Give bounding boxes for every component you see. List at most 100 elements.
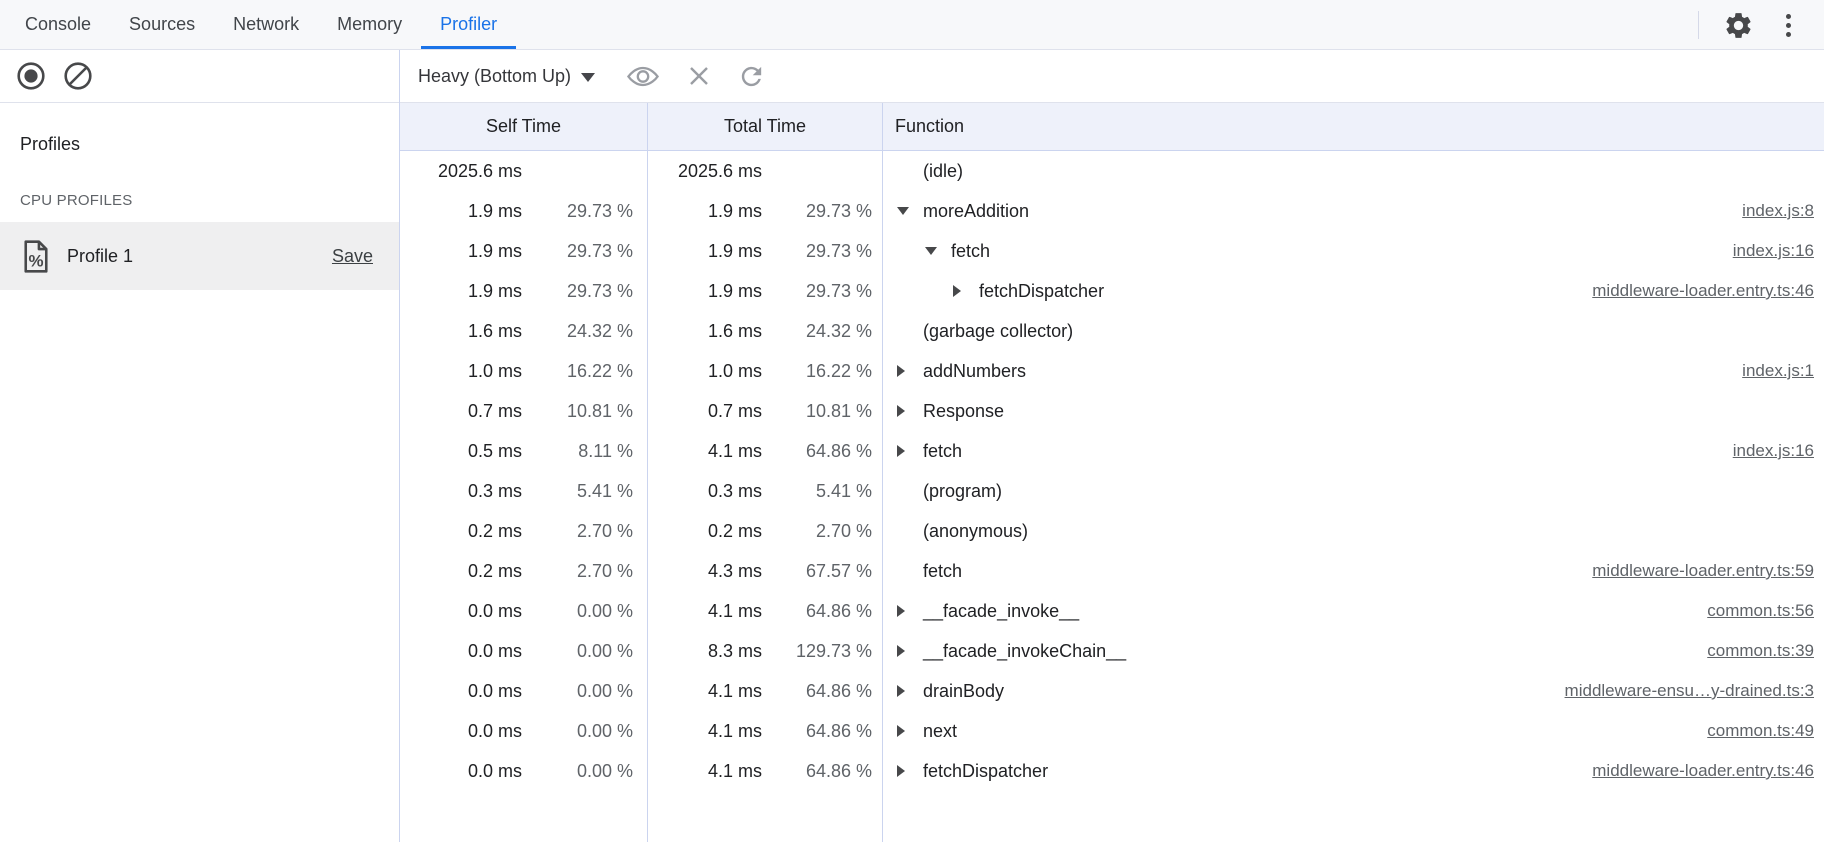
source-link[interactable]: index.js:16 (1713, 241, 1824, 261)
time-percent-value: 29.73 % (762, 201, 882, 222)
table-row[interactable]: 1.0 ms16.22 %1.0 ms16.22 %addNumbersinde… (400, 351, 1824, 391)
time-percent-value: 64.86 % (762, 441, 882, 462)
table-row[interactable]: 0.3 ms5.41 %0.3 ms5.41 %(program) (400, 471, 1824, 511)
table-row[interactable]: 0.0 ms0.00 %4.1 ms64.86 %fetchDispatcher… (400, 751, 1824, 791)
table-row[interactable]: 1.9 ms29.73 %1.9 ms29.73 %moreAdditionin… (400, 191, 1824, 231)
time-ms-value: 1.9 ms (400, 281, 522, 302)
time-ms-value: 0.2 ms (648, 521, 762, 542)
self-time-cell: 1.0 ms16.22 % (400, 351, 648, 391)
source-link[interactable]: common.ts:39 (1687, 641, 1824, 661)
source-link[interactable]: index.js:8 (1722, 201, 1824, 221)
profile-name: Profile 1 (67, 246, 133, 267)
collapsed-arrow-icon[interactable] (897, 445, 923, 457)
source-link[interactable]: middleware-loader.entry.ts:46 (1572, 761, 1824, 781)
collapsed-arrow-icon[interactable] (897, 685, 923, 697)
time-percent-value: 5.41 % (522, 481, 647, 502)
time-percent-value: 0.00 % (522, 601, 647, 622)
time-ms-value: 0.0 ms (400, 681, 522, 702)
table-row[interactable]: 0.2 ms2.70 %4.3 ms67.57 %fetchmiddleware… (400, 551, 1824, 591)
time-percent-value: 29.73 % (522, 241, 647, 262)
exclude-button[interactable] (686, 63, 712, 89)
time-ms-value: 4.3 ms (648, 561, 762, 582)
time-percent-value: 10.81 % (522, 401, 647, 422)
self-time-cell: 0.0 ms0.00 % (400, 711, 648, 751)
function-tree-node: fetch (883, 441, 962, 462)
function-cell: fetchDispatcher middleware-loader.entry.t… (883, 751, 1824, 791)
function-tree-node: fetchDispatcher (883, 761, 1048, 782)
chevron-down-icon (581, 73, 595, 82)
source-link[interactable]: middleware-loader.entry.ts:46 (1572, 281, 1824, 301)
restore-button[interactable] (737, 62, 766, 91)
focus-button[interactable] (625, 61, 661, 91)
function-tree-node: next (883, 721, 957, 742)
record-icon (16, 61, 46, 91)
expanded-arrow-icon[interactable] (897, 207, 923, 215)
tab-console[interactable]: Console (6, 0, 110, 49)
settings-button[interactable] (1723, 10, 1754, 41)
clear-profiles-button[interactable] (63, 61, 93, 91)
function-tree-node: (idle) (883, 161, 963, 182)
time-ms-value: 0.3 ms (648, 481, 762, 502)
time-percent-value: 16.22 % (522, 361, 647, 382)
total-time-cell: 0.2 ms2.70 % (648, 511, 883, 551)
function-name: Response (923, 401, 1004, 422)
table-row[interactable]: 0.0 ms0.00 %4.1 ms64.86 %drainBodymiddle… (400, 671, 1824, 711)
function-cell: drainBodymiddleware-ensu…y-drained.ts:3 (883, 671, 1824, 711)
function-tree-node: (anonymous) (883, 521, 1028, 542)
tab-sources[interactable]: Sources (110, 0, 214, 49)
self-time-cell: 0.2 ms2.70 % (400, 551, 648, 591)
column-header-self-time[interactable]: Self Time (400, 103, 648, 150)
profiles-panel: Profiles CPU PROFILES % Profile 1 Save (0, 103, 399, 842)
total-time-cell: 1.6 ms24.32 % (648, 311, 883, 351)
table-row[interactable]: 1.6 ms24.32 %1.6 ms24.32 %(garbage colle… (400, 311, 1824, 351)
save-link[interactable]: Save (332, 246, 373, 267)
function-tree-node: (garbage collector) (883, 321, 1073, 342)
function-cell: (idle) (883, 151, 1824, 191)
source-link[interactable]: middleware-ensu…y-drained.ts:3 (1545, 681, 1824, 701)
column-header-function[interactable]: Function (883, 103, 1824, 150)
table-row[interactable]: 0.2 ms2.70 %0.2 ms2.70 %(anonymous) (400, 511, 1824, 551)
function-tree-node: (program) (883, 481, 1002, 502)
tab-network[interactable]: Network (214, 0, 318, 49)
x-icon (686, 63, 712, 89)
source-link[interactable]: common.ts:56 (1687, 601, 1824, 621)
table-row[interactable]: 2025.6 ms2025.6 ms(idle) (400, 151, 1824, 191)
profile-list-item[interactable]: % Profile 1 Save (0, 222, 399, 290)
tab-profiler[interactable]: Profiler (421, 0, 516, 49)
function-name: moreAddition (923, 201, 1029, 222)
collapsed-arrow-icon[interactable] (897, 405, 923, 417)
expanded-arrow-icon[interactable] (925, 247, 951, 255)
self-time-cell: 0.2 ms2.70 % (400, 511, 648, 551)
total-time-cell: 8.3 ms129.73 % (648, 631, 883, 671)
collapsed-arrow-icon[interactable] (897, 725, 923, 737)
collapsed-arrow-icon[interactable] (897, 365, 923, 377)
column-header-total-time[interactable]: Total Time (648, 103, 883, 150)
function-cell: fetchDispatchermiddleware-loader.entry.t… (883, 271, 1824, 311)
source-link[interactable]: index.js:1 (1722, 361, 1824, 381)
data-grid-header: Self Time Total Time Function (400, 103, 1824, 151)
collapsed-arrow-icon[interactable] (897, 605, 923, 617)
table-row[interactable]: 0.0 ms0.00 %8.3 ms129.73 %__facade_invok… (400, 631, 1824, 671)
time-ms-value: 0.5 ms (400, 441, 522, 462)
table-row[interactable]: 0.0 ms0.00 %4.1 ms64.86 %nextcommon.ts:4… (400, 711, 1824, 751)
grid-empty-area (400, 791, 1824, 842)
collapsed-arrow-icon[interactable] (897, 645, 923, 657)
source-link[interactable]: middleware-loader.entry.ts:59 (1572, 561, 1824, 581)
table-row[interactable]: 0.7 ms10.81 %0.7 ms10.81 %Response (400, 391, 1824, 431)
more-options-button[interactable] (1778, 14, 1798, 37)
table-row[interactable]: 1.9 ms29.73 %1.9 ms29.73 %fetchindex.js:… (400, 231, 1824, 271)
collapsed-arrow-icon[interactable] (897, 765, 923, 777)
source-link[interactable]: index.js:16 (1713, 441, 1824, 461)
source-link[interactable]: common.ts:49 (1687, 721, 1824, 741)
view-mode-select[interactable]: Heavy (Bottom Up) (418, 66, 595, 87)
time-ms-value: 1.9 ms (400, 201, 522, 222)
table-row[interactable]: 0.0 ms0.00 %4.1 ms64.86 %__facade_invoke… (400, 591, 1824, 631)
time-ms-value: 1.6 ms (400, 321, 522, 342)
record-button[interactable] (16, 61, 46, 91)
profiler-pane: Heavy (Bottom Up) (400, 50, 1824, 842)
table-row[interactable]: 1.9 ms29.73 %1.9 ms29.73 %fetchDispatche… (400, 271, 1824, 311)
table-row[interactable]: 0.5 ms8.11 %4.1 ms64.86 %fetchindex.js:1… (400, 431, 1824, 471)
collapsed-arrow-icon[interactable] (953, 285, 979, 297)
tab-memory[interactable]: Memory (318, 0, 421, 49)
total-time-cell: 1.0 ms16.22 % (648, 351, 883, 391)
